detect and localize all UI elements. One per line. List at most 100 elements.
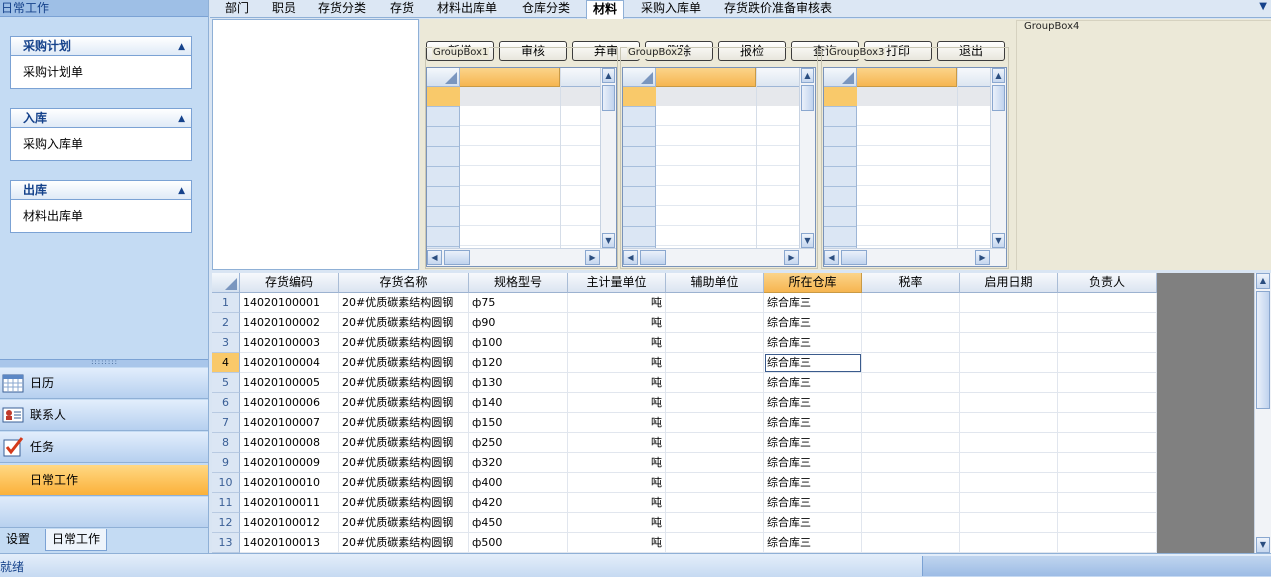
table-cell-aux[interactable] bbox=[666, 493, 764, 513]
scroll-thumb[interactable] bbox=[1256, 291, 1270, 409]
horizontal-scrollbar[interactable]: ◀ ▶ bbox=[824, 248, 1006, 266]
table-cell-name[interactable]: 20#优质碳素结构圆钢 bbox=[339, 413, 469, 433]
table-cell-tax[interactable] bbox=[862, 533, 960, 553]
pane-button-calendar[interactable]: 日历 bbox=[0, 368, 208, 399]
table-cell-name[interactable]: 20#优质碳素结构圆钢 bbox=[339, 473, 469, 493]
table-cell-name[interactable]: 20#优质碳素结构圆钢 bbox=[339, 353, 469, 373]
table-cell-date[interactable] bbox=[960, 453, 1058, 473]
column-header-spec[interactable]: 规格型号 bbox=[469, 273, 568, 293]
pane-button-tasks[interactable]: 任务 bbox=[0, 432, 208, 463]
scroll-thumb[interactable] bbox=[602, 85, 615, 111]
tab-inventory-impairment-review[interactable]: 存货跌价准备审核表 bbox=[724, 0, 832, 18]
table-row[interactable]: 11 14020100011 20#优质碳素结构圆钢 ф420 吨 综合库三 bbox=[212, 493, 1157, 513]
grid-row-header-selected[interactable] bbox=[623, 87, 656, 106]
table-cell-spec[interactable]: ф120 bbox=[469, 353, 568, 373]
column-header-name[interactable]: 存货名称 bbox=[339, 273, 469, 293]
scroll-thumb[interactable] bbox=[801, 85, 814, 111]
table-cell-owner[interactable] bbox=[1058, 373, 1157, 393]
table-cell-spec[interactable]: ф90 bbox=[469, 313, 568, 333]
grid-rows[interactable] bbox=[460, 106, 600, 248]
table-cell-aux[interactable] bbox=[666, 453, 764, 473]
groupbox-3-grid[interactable]: ▲ ▼ ◀ ▶ bbox=[823, 67, 1007, 267]
row-number[interactable]: 6 bbox=[212, 393, 240, 413]
grid-select-all-corner[interactable] bbox=[623, 68, 656, 87]
grid-column-header[interactable] bbox=[560, 68, 600, 87]
row-number[interactable]: 7 bbox=[212, 413, 240, 433]
row-number[interactable]: 3 bbox=[212, 333, 240, 353]
table-cell-owner[interactable] bbox=[1058, 533, 1157, 553]
table-cell-wh[interactable]: 综合库三 bbox=[764, 513, 862, 533]
table-cell-name[interactable]: 20#优质碳素结构圆钢 bbox=[339, 513, 469, 533]
nav-group-header-outbound[interactable]: 出库 ▲ bbox=[10, 180, 192, 199]
table-cell-unit[interactable]: 吨 bbox=[568, 373, 666, 393]
table-row[interactable]: 4 14020100004 20#优质碳素结构圆钢 ф120 吨 综合库三 bbox=[212, 353, 1157, 373]
grid-column-header[interactable] bbox=[460, 68, 560, 87]
table-cell-owner[interactable] bbox=[1058, 313, 1157, 333]
table-cell-name[interactable]: 20#优质碳素结构圆钢 bbox=[339, 393, 469, 413]
vertical-scrollbar[interactable]: ▲ ▼ bbox=[990, 68, 1006, 248]
table-cell-wh[interactable]: 综合库三 bbox=[764, 453, 862, 473]
table-cell-code[interactable]: 14020100009 bbox=[240, 453, 339, 473]
table-cell-name[interactable]: 20#优质碳素结构圆钢 bbox=[339, 293, 469, 313]
table-row[interactable]: 8 14020100008 20#优质碳素结构圆钢 ф250 吨 综合库三 bbox=[212, 433, 1157, 453]
nav-group-header-purchase-plan[interactable]: 采购计划 ▲ bbox=[10, 36, 192, 55]
table-cell-date[interactable] bbox=[960, 513, 1058, 533]
table-row[interactable]: 5 14020100005 20#优质碳素结构圆钢 ф130 吨 综合库三 bbox=[212, 373, 1157, 393]
scroll-down-arrow-icon[interactable]: ▼ bbox=[602, 233, 615, 248]
table-cell-tax[interactable] bbox=[862, 313, 960, 333]
scroll-left-arrow-icon[interactable]: ◀ bbox=[623, 250, 638, 265]
scroll-left-arrow-icon[interactable]: ◀ bbox=[427, 250, 442, 265]
vertical-scrollbar[interactable]: ▲ ▼ bbox=[799, 68, 815, 248]
table-cell-code[interactable]: 14020100003 bbox=[240, 333, 339, 353]
table-cell-tax[interactable] bbox=[862, 433, 960, 453]
scroll-down-arrow-icon[interactable]: ▼ bbox=[1256, 537, 1270, 553]
grid-row[interactable] bbox=[460, 87, 600, 106]
column-header-owner[interactable]: 负责人 bbox=[1058, 273, 1157, 293]
category-tree[interactable] bbox=[212, 19, 419, 270]
table-cell-spec[interactable]: ф100 bbox=[469, 333, 568, 353]
table-cell-code[interactable]: 14020100007 bbox=[240, 413, 339, 433]
grid-column-header[interactable] bbox=[857, 68, 957, 87]
table-cell-owner[interactable] bbox=[1058, 493, 1157, 513]
tab-material-outbound[interactable]: 材料出库单 bbox=[437, 0, 497, 18]
row-number[interactable]: 12 bbox=[212, 513, 240, 533]
table-cell-code[interactable]: 14020100008 bbox=[240, 433, 339, 453]
scroll-thumb[interactable] bbox=[444, 250, 470, 265]
table-cell-aux[interactable] bbox=[666, 413, 764, 433]
table-cell-wh[interactable]: 综合库三 bbox=[764, 373, 862, 393]
scroll-thumb[interactable] bbox=[640, 250, 666, 265]
collapse-up-icon[interactable]: ▲ bbox=[178, 38, 185, 56]
table-cell-spec[interactable]: ф140 bbox=[469, 393, 568, 413]
row-number[interactable]: 11 bbox=[212, 493, 240, 513]
table-cell-date[interactable] bbox=[960, 373, 1058, 393]
table-cell-owner[interactable] bbox=[1058, 513, 1157, 533]
table-cell-code[interactable]: 14020100002 bbox=[240, 313, 339, 333]
table-cell-date[interactable] bbox=[960, 333, 1058, 353]
table-cell-wh[interactable]: 综合库三 bbox=[764, 473, 862, 493]
nav-item-material-outbound-form[interactable]: 材料出库单 bbox=[10, 199, 192, 233]
grid-column-header[interactable] bbox=[957, 68, 990, 87]
row-number[interactable]: 13 bbox=[212, 533, 240, 553]
table-cell-code[interactable]: 14020100004 bbox=[240, 353, 339, 373]
table-cell-spec[interactable]: ф320 bbox=[469, 453, 568, 473]
table-cell-unit[interactable]: 吨 bbox=[568, 513, 666, 533]
table-row[interactable]: 12 14020100012 20#优质碳素结构圆钢 ф450 吨 综合库三 bbox=[212, 513, 1157, 533]
table-row[interactable]: 13 14020100013 20#优质碳素结构圆钢 ф500 吨 综合库三 bbox=[212, 533, 1157, 553]
table-cell-owner[interactable] bbox=[1058, 473, 1157, 493]
grid-select-all-corner[interactable] bbox=[427, 68, 460, 87]
inventory-grid[interactable]: 存货编码 存货名称 规格型号 主计量单位 辅助单位 所在仓库 税率 启用日期 负… bbox=[212, 273, 1157, 553]
row-number[interactable]: 4 bbox=[212, 353, 240, 373]
row-number[interactable]: 1 bbox=[212, 293, 240, 313]
tab-overflow-dropdown-icon[interactable]: ▼ bbox=[1259, 1, 1267, 12]
table-cell-date[interactable] bbox=[960, 493, 1058, 513]
table-cell-unit[interactable]: 吨 bbox=[568, 413, 666, 433]
table-cell-tax[interactable] bbox=[862, 493, 960, 513]
table-cell-aux[interactable] bbox=[666, 473, 764, 493]
table-cell-name[interactable]: 20#优质碳素结构圆钢 bbox=[339, 433, 469, 453]
horizontal-scrollbar[interactable]: ◀ ▶ bbox=[427, 248, 616, 266]
table-cell-owner[interactable] bbox=[1058, 413, 1157, 433]
table-cell-aux[interactable] bbox=[666, 433, 764, 453]
table-cell-owner[interactable] bbox=[1058, 353, 1157, 373]
scroll-left-arrow-icon[interactable]: ◀ bbox=[824, 250, 839, 265]
row-number[interactable]: 9 bbox=[212, 453, 240, 473]
